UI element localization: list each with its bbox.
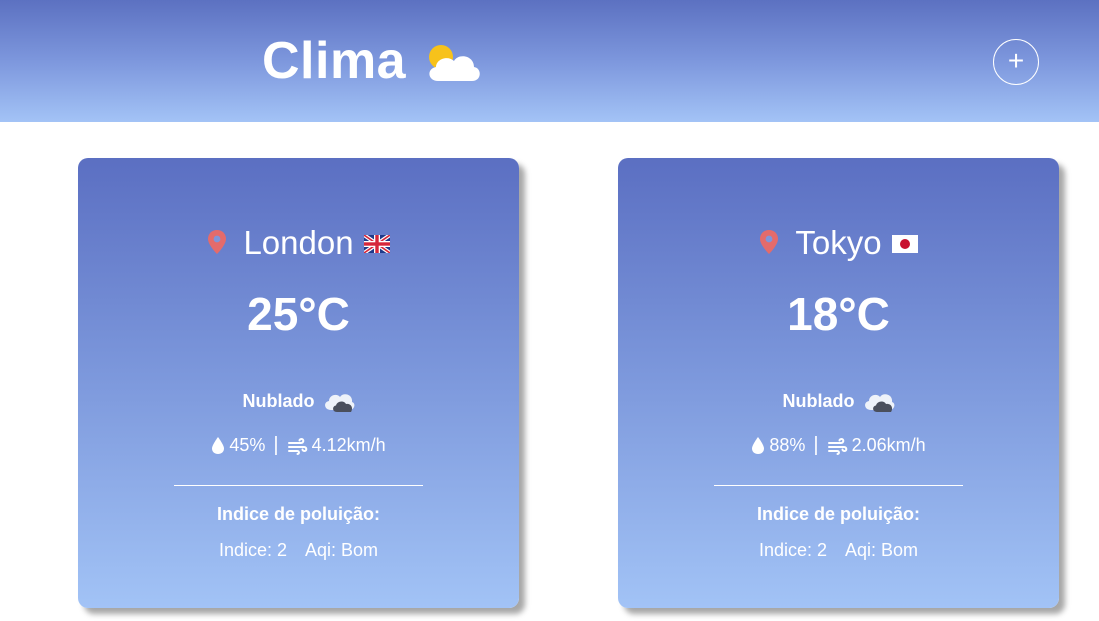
app-title: Clima: [262, 32, 407, 90]
cloudy-icon: [864, 394, 894, 412]
condition-text: Nublado: [782, 390, 855, 411]
pollution-row: Indice: 2 Aqi: Bom: [618, 540, 1059, 561]
wind-icon: [287, 437, 307, 455]
japan-flag-icon: [891, 235, 918, 253]
partly-cloudy-icon: [429, 45, 480, 81]
pollution-index: Indice: 2: [218, 540, 287, 560]
weather-card-tokyo: Tokyo 18°C Nublado 88% | 2.06km/h Indice…: [618, 158, 1059, 608]
pollution-index: Indice: 2: [758, 540, 827, 560]
temperature: 18°C: [787, 288, 890, 340]
humidity-value: 45%: [229, 435, 266, 455]
pollution-row: Indice: 2 Aqi: Bom: [78, 540, 519, 561]
weather-card-london: London 25°C Nublado 45% | 4.12km/h Indic…: [78, 158, 519, 608]
temperature: 25°C: [247, 288, 350, 340]
condition-text: Nublado: [242, 390, 315, 411]
pollution-title: Indice de poluição:: [216, 504, 381, 524]
divider: [174, 485, 423, 486]
location-pin-icon: [208, 230, 227, 254]
aqi-value: Aqi: Bom: [845, 540, 919, 560]
wind-icon: [827, 437, 847, 455]
aqi-value: Aqi: Bom: [305, 540, 379, 560]
condition-row: Nublado: [618, 388, 1059, 414]
city-row: London: [78, 224, 519, 262]
add-city-button[interactable]: +: [993, 39, 1039, 85]
divider: [714, 485, 963, 486]
wind-value: 4.12km/h: [311, 435, 386, 455]
cloudy-icon: [324, 394, 354, 412]
stats-separator: |: [813, 434, 819, 456]
city-name: London: [243, 224, 354, 261]
stats-row: 45% | 4.12km/h: [78, 434, 519, 457]
brand: Clima: [262, 30, 482, 92]
app-header: Clima +: [0, 0, 1099, 122]
uk-flag-icon: [363, 235, 390, 253]
stats-separator: |: [273, 434, 279, 456]
humidity-value: 88%: [769, 435, 806, 455]
stats-row: 88% | 2.06km/h: [618, 434, 1059, 457]
add-button-label: +: [1007, 45, 1025, 76]
wind-value: 2.06km/h: [851, 435, 926, 455]
location-pin-icon: [760, 230, 779, 254]
humidity-drop-icon: [752, 437, 765, 454]
condition-row: Nublado: [78, 388, 519, 414]
city-name: Tokyo: [795, 224, 882, 261]
city-row: Tokyo: [618, 224, 1059, 262]
pollution-title: Indice de poluição:: [756, 504, 921, 524]
humidity-drop-icon: [212, 437, 225, 454]
